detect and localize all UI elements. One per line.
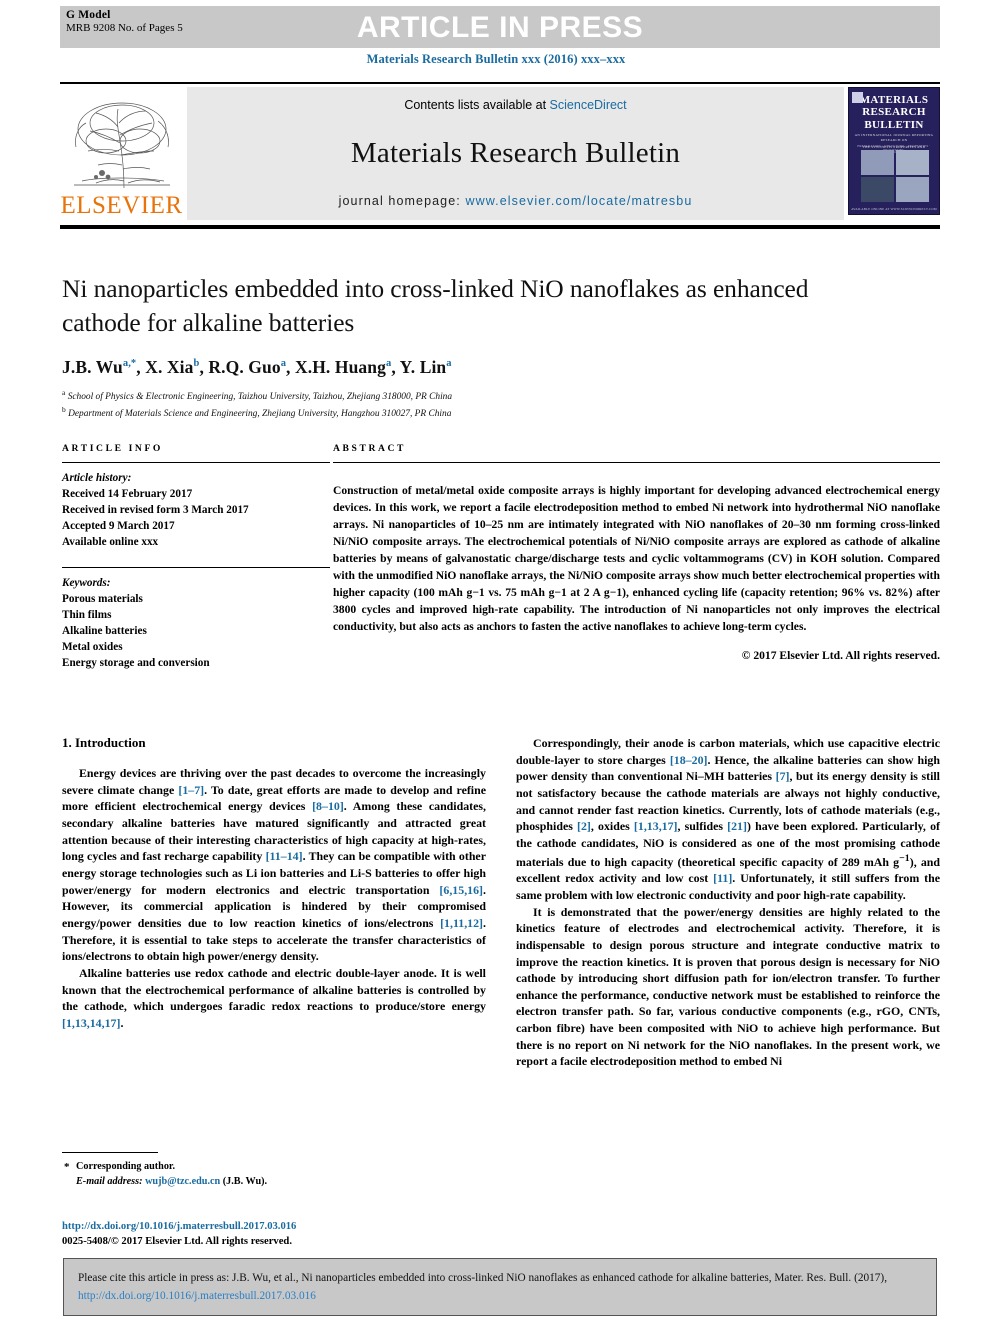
body-column-right: Correspondingly, their anode is carbon m… [516, 735, 940, 1235]
masthead-center-panel: Contents lists available at ScienceDirec… [187, 87, 844, 220]
cover-micrograph-4 [895, 176, 929, 202]
journal-title: Materials Research Bulletin [350, 136, 681, 169]
paragraph: It is demonstrated that the power/energy… [516, 904, 940, 1069]
affiliation-b-text: Department of Materials Science and Engi… [68, 409, 452, 420]
cite-prefix: Please cite this article in press as: J.… [78, 1272, 888, 1284]
g-model-block: G Model MRB 9208 No. of Pages 5 [66, 8, 183, 35]
affiliations: a School of Physics & Electronic Enginee… [62, 388, 842, 422]
title-block: Ni nanoparticles embedded into cross-lin… [62, 272, 842, 422]
homepage-url-link[interactable]: www.elsevier.com/locate/matresbu [465, 194, 692, 208]
email-address-label: E-mail address: [76, 1176, 143, 1188]
paragraph: Energy devices are thriving over the pas… [62, 766, 487, 964]
article-info-column: ARTICLE INFO Article history: Received 1… [62, 443, 330, 671]
keyword-item: Thin films [62, 608, 112, 621]
doi-link[interactable]: http://dx.doi.org/10.1016/j.materresbull… [62, 1219, 486, 1234]
contents-prefix: Contents lists available at [404, 98, 550, 112]
abstract-rule [333, 462, 940, 463]
manuscript-id: MRB 9208 No. of Pages 5 [66, 22, 183, 35]
cite-text: Please cite this article in press as: J.… [78, 1270, 922, 1305]
cover-footer-text: AVAILABLE ONLINE AT WWW.SCIENCEDIRECT.CO… [851, 207, 937, 211]
abstract-column: ABSTRACT Construction of metal/metal oxi… [333, 443, 940, 671]
sciencedirect-link[interactable]: ScienceDirect [550, 98, 627, 112]
section-heading-introduction: 1. Introduction [62, 735, 146, 750]
affiliation-a: a School of Physics & Electronic Enginee… [62, 388, 842, 405]
elsevier-tree-icon [73, 102, 170, 189]
article-in-press-banner: ARTICLE IN PRESS [60, 6, 940, 48]
cite-doi-link[interactable]: http://dx.doi.org/10.1016/j.materresbull… [78, 1290, 316, 1302]
footnote-email: E-mail address: wujb@tzc.edu.cn (J.B. Wu… [62, 1174, 486, 1189]
g-model-label: G Model [66, 9, 111, 21]
cover-title-line2: RESEARCH [862, 106, 926, 119]
info-abstract-area: ARTICLE INFO Article history: Received 1… [62, 443, 940, 671]
abstract-copyright: © 2017 Elsevier Ltd. All rights reserved… [741, 648, 940, 662]
abstract-heading: ABSTRACT [333, 443, 407, 454]
journal-citation-line: Materials Research Bulletin xxx (2016) x… [366, 52, 626, 66]
affiliation-marker-b: b [62, 405, 66, 415]
affiliation-b: b Department of Materials Science and En… [62, 405, 842, 422]
journal-masthead: ELSEVIER Contents lists available at Sci… [60, 82, 940, 222]
cover-micrograph-grid [861, 150, 929, 202]
article-in-press-text: ARTICLE IN PRESS [356, 11, 644, 44]
keywords-block: Keywords: Porous materials Thin films Al… [62, 575, 330, 672]
article-history-block: Article history: Received 14 February 20… [62, 471, 330, 551]
email-owner: (J.B. Wu). [222, 1176, 268, 1188]
affiliation-a-text: School of Physics & Electronic Engineeri… [67, 392, 453, 403]
homepage-prefix: journal homepage: [338, 194, 466, 208]
history-received: Received 14 February 2017 [62, 487, 193, 500]
article-history-label: Article history: [62, 472, 132, 484]
corresponding-author-text: Corresponding author. [76, 1161, 176, 1172]
issn-copyright-line: 0025-5408/© 2017 Elsevier Ltd. All right… [62, 1236, 292, 1248]
cite-this-article-box: Please cite this article in press as: J.… [63, 1258, 937, 1316]
journal-homepage-line: journal homepage: www.elsevier.com/locat… [339, 194, 693, 208]
cover-publisher-icon [852, 92, 863, 103]
elsevier-logo: ELSEVIER [60, 87, 183, 220]
keywords-rule [62, 566, 330, 568]
cover-micrograph-1 [861, 150, 895, 176]
contents-available-line: Contents lists available at ScienceDirec… [404, 98, 626, 112]
keyword-item: Alkaline batteries [62, 624, 147, 637]
footnote-rule [62, 1152, 158, 1153]
keyword-item: Energy storage and conversion [62, 657, 210, 670]
paragraph: Alkaline batteries use redox cathode and… [62, 965, 486, 1030]
history-accepted: Accepted 9 March 2017 [62, 519, 175, 532]
keyword-item: Porous materials [62, 592, 143, 605]
page-title: Ni nanoparticles embedded into cross-lin… [62, 274, 809, 337]
corresponding-author-footnote: * Corresponding author. E-mail address: … [62, 1152, 486, 1190]
cover-micrograph-2 [895, 150, 929, 176]
cover-title-line3: BULLETIN [864, 118, 924, 131]
doi-block: http://dx.doi.org/10.1016/j.materresbull… [62, 1219, 486, 1250]
email-address-link[interactable]: wujb@tzc.edu.cn [145, 1176, 220, 1187]
keywords-label: Keywords: [62, 576, 111, 589]
paragraph: Correspondingly, their anode is carbon m… [516, 736, 941, 902]
keyword-item: Metal oxides [62, 641, 123, 654]
cover-micrograph-3 [861, 176, 895, 202]
footnote-corresponding: * Corresponding author. [62, 1159, 486, 1174]
journal-cover-thumbnail: MATERIALS RESEARCH BULLETIN AN INTERNATI… [848, 87, 940, 215]
masthead-bottom-rule [60, 225, 940, 229]
elsevier-wordmark: ELSEVIER [60, 192, 183, 219]
affiliation-marker-a: a [62, 388, 66, 398]
cover-subtitle: AN INTERNATIONAL JOURNAL REPORTING RESEA… [854, 132, 934, 143]
article-info-heading: ARTICLE INFO [62, 443, 163, 454]
footnote-star-marker: * [64, 1161, 70, 1173]
history-online: Available online xxx [62, 535, 159, 548]
article-page: ARTICLE IN PRESS G Model MRB 9208 No. of… [0, 0, 992, 1323]
cover-title-line1: MATERIALS [859, 94, 929, 106]
article-info-rule [62, 462, 330, 463]
history-revised: Received in revised form 3 March 2017 [62, 503, 249, 516]
abstract-text: Construction of metal/metal oxide compos… [333, 484, 940, 633]
author-list: J.B. Wua,*, X. Xiab, R.Q. Guoa, X.H. Hua… [62, 357, 452, 378]
